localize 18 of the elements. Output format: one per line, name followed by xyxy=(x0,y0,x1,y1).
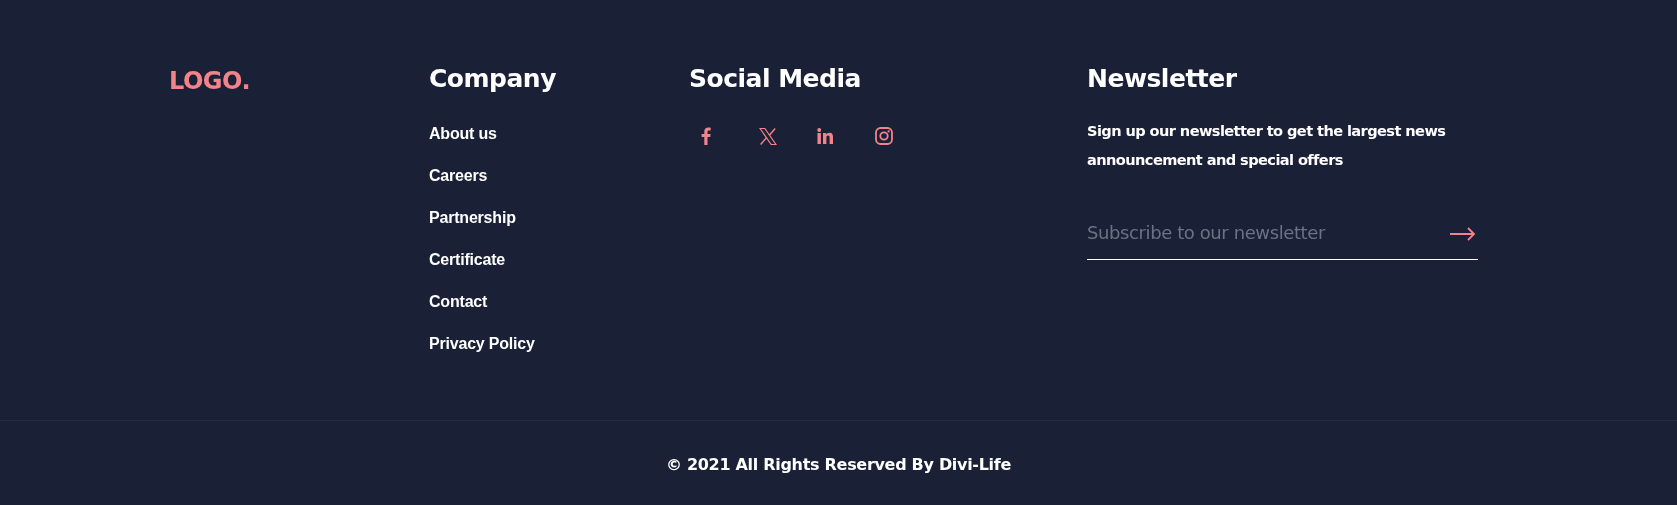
footer-link[interactable]: Privacy Policy xyxy=(429,334,535,354)
logo[interactable]: LOGO. xyxy=(169,65,251,97)
footer-link[interactable]: Partnership xyxy=(429,208,516,228)
copyright-text: © 2021 All Rights Reserved By Divi-Life xyxy=(665,454,1011,474)
instagram-icon[interactable] xyxy=(875,127,893,145)
x-icon[interactable] xyxy=(759,127,777,145)
footer-link[interactable]: Certificate xyxy=(429,250,506,270)
footer-link[interactable]: Contact xyxy=(429,292,488,312)
arrow-right-icon[interactable] xyxy=(1450,227,1476,241)
linkedin-icon[interactable] xyxy=(817,128,833,144)
email-field[interactable]: Subscribe to our newsletter xyxy=(1087,210,1478,260)
column-heading: Company xyxy=(429,63,556,95)
footer-link[interactable]: Careers xyxy=(429,166,488,186)
footer-link[interactable]: About us xyxy=(429,124,497,144)
column-heading: Social Media xyxy=(689,63,861,95)
column-heading: Newsletter xyxy=(1087,63,1237,95)
newsletter-description: Sign up our newsletter to get the largest news announcement and special offers xyxy=(1087,121,1447,170)
facebook-icon[interactable] xyxy=(701,127,711,145)
